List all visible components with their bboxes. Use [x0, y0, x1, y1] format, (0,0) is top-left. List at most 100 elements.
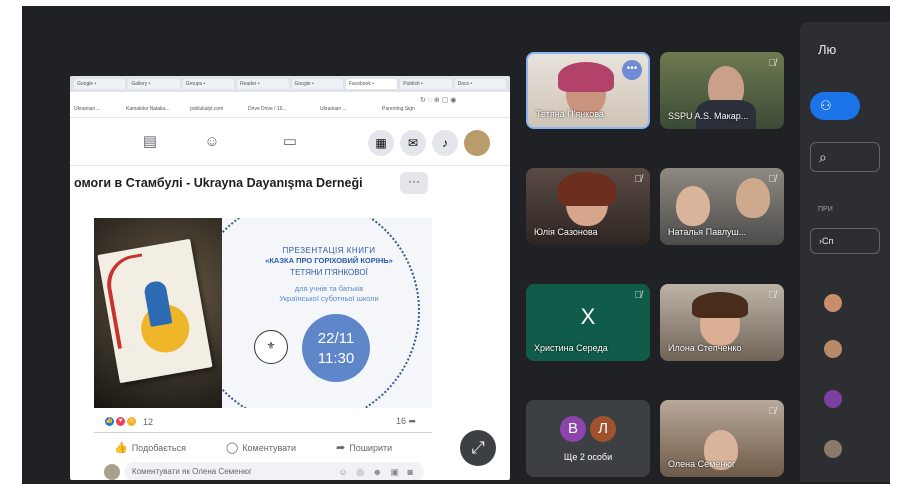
avatar: Л	[590, 416, 616, 442]
avatar	[824, 340, 842, 358]
reload-icon[interactable]: ↻ ◌ ⊕ ▢ ◉	[420, 96, 456, 104]
event-date-badge: 22/11 11:30	[302, 314, 370, 382]
share-arrow-icon: ➦	[408, 416, 417, 426]
avatar	[824, 294, 842, 312]
mic-off-icon: 🎙̸	[768, 58, 777, 69]
people-panel: Лю ⚇ ⌕ ПРИ ›Сп	[800, 22, 890, 482]
participant-tile[interactable]: 🎙̸ Юлія Сазонова	[526, 168, 650, 245]
panel-chip[interactable]: ›Сп	[810, 228, 880, 254]
participant-tile[interactable]: 🎙̸ Илона Степченко	[660, 284, 784, 361]
like-label: Подобається	[131, 443, 186, 453]
browser-tab[interactable]: Google •	[291, 79, 343, 89]
school-emblem-icon: ⚜	[254, 330, 288, 364]
thumbs-up-icon: 👍	[114, 442, 128, 454]
avatar	[824, 440, 842, 458]
browser-tab-strip: Google • Gallery • Groups • Reader • Goo…	[70, 76, 510, 92]
post-actions: 👍 Подобається ◯ Коментувати ➦ Поширити	[94, 432, 432, 460]
mic-off-icon: 🎙̸	[634, 174, 643, 185]
graphic-book-title: «КАЗКА ПРО ГОРІХОВИЙ КОРІНЬ»	[265, 256, 393, 265]
others-tile[interactable]: В Л Ще 2 особи	[526, 400, 650, 477]
expand-icon[interactable]: ⤢	[460, 430, 496, 466]
reaction-summary[interactable]: 👍 ♥ ☺ 12	[104, 416, 153, 427]
event-date: 22/11	[317, 330, 355, 347]
profile-avatar[interactable]	[464, 130, 490, 156]
avatar: В	[560, 416, 586, 442]
participant-initial: Х	[580, 304, 596, 329]
browser-tab[interactable]: Groups •	[182, 79, 235, 89]
graphic-author: ТЕТЯНИ П'ЯНКОВОЇ	[290, 268, 368, 277]
participant-name: Христина Середа	[534, 343, 608, 353]
participant-tile[interactable]: 🎙̸ Наталья Павлуш...	[660, 168, 784, 245]
browser-tab-active[interactable]: Facebook •	[345, 79, 398, 89]
search-icon[interactable]: ⌕	[810, 142, 880, 172]
chip-label: Сп	[822, 236, 834, 246]
menu-grid-icon[interactable]: ▦	[368, 130, 394, 156]
participant-name: Илона Степченко	[668, 343, 742, 353]
participant-name: Юлія Сазонова	[534, 227, 598, 237]
participant-video	[676, 186, 710, 226]
mic-off-icon: 🎙̸	[768, 174, 777, 185]
graphic-heading: ПРЕЗЕНТАЦІЯ КНИГИ	[282, 246, 376, 255]
bookmark[interactable]: Ukrainian ...	[74, 106, 101, 112]
shared-screen: Google • Gallery • Groups • Reader • Goo…	[70, 76, 510, 480]
mic-off-icon: 🎙̸	[634, 290, 643, 301]
more-options-icon[interactable]: •••	[622, 60, 642, 80]
participant-tile[interactable]: ••• Тетяна П'янкова	[526, 52, 650, 129]
hair	[558, 172, 616, 206]
browser-tab[interactable]: Reader •	[237, 79, 289, 89]
comment-placeholder: Коментувати як Олена Семенюг	[132, 467, 252, 476]
add-people-icon[interactable]: ⚇	[810, 92, 860, 120]
bookmark[interactable]: Kamaleko Natalia...	[126, 106, 169, 112]
bookmark[interactable]: Drive Drive / 16...	[248, 106, 287, 112]
participant-tile[interactable]: Х 🎙̸ Христина Середа	[526, 284, 650, 361]
facebook-nav-bar: ▤ ☺ ▭ ▦ ✉ ♪	[70, 118, 510, 166]
mic-off-icon: 🎙̸	[768, 406, 777, 417]
post-title: омоги в Стамбулі - Ukrayna Dayanışma Der…	[74, 176, 363, 190]
book-cover	[97, 238, 213, 384]
share-label: Поширити	[349, 443, 393, 453]
comment-composer: Коментувати як Олена Семенюг ☺ ◎ ☻ ▣ ◙	[94, 462, 432, 480]
others-count-label: Ще 2 особи	[563, 452, 613, 462]
share-button[interactable]: ➦ Поширити	[336, 441, 392, 454]
participant-tile[interactable]: 🎙̸ Олена Семенюг	[660, 400, 784, 477]
love-reaction-icon: ♥	[115, 416, 126, 427]
graphic-audience-school: Української суботньої школи	[279, 294, 379, 303]
comment-button[interactable]: ◯ Коментувати	[226, 441, 296, 454]
browser-tab[interactable]: Gallery •	[128, 79, 180, 89]
marketplace-icon[interactable]: ▤	[140, 132, 160, 152]
share-count[interactable]: 16 ➦	[396, 416, 416, 427]
participant-name: Тетяна П'янкова	[536, 109, 604, 119]
participant-name: SSPU A.S. Макар...	[668, 111, 749, 121]
bookmark[interactable]: Parenting Sign	[382, 106, 415, 112]
mic-off-icon: 🎙̸	[768, 290, 777, 301]
browser-tab[interactable]: Publish •	[400, 79, 452, 89]
participant-video-second	[736, 178, 770, 218]
bookmark[interactable]: poblukalyt.com	[190, 106, 223, 112]
participant-tile[interactable]: 🎙̸ SSPU A.S. Макар...	[660, 52, 784, 129]
browser-tab[interactable]: Google •	[74, 79, 126, 89]
panel-title: Лю	[818, 42, 837, 57]
bookmarks-bar: Ukrainian ... Kamaleko Natalia... pobluk…	[70, 92, 510, 118]
groups-icon[interactable]: ☺	[202, 132, 222, 152]
post-more-button[interactable]: ···	[400, 172, 428, 194]
comment-tools-icon[interactable]: ☺ ◎ ☻ ▣ ◙	[339, 462, 416, 480]
post-image[interactable]: ПРЕЗЕНТАЦІЯ КНИГИ «КАЗКА ПРО ГОРІХОВИЙ К…	[94, 218, 432, 408]
notifications-icon[interactable]: ♪	[432, 130, 458, 156]
messenger-icon[interactable]: ✉	[400, 130, 426, 156]
browser-tab[interactable]: Docs •	[454, 79, 506, 89]
comment-input[interactable]: Коментувати як Олена Семенюг ☺ ◎ ☻ ▣ ◙	[124, 462, 424, 480]
share-icon: ➦	[336, 442, 346, 454]
gaming-icon[interactable]: ▭	[280, 132, 300, 152]
meet-window: Google • Gallery • Groups • Reader • Goo…	[22, 6, 890, 484]
participant-name: Наталья Павлуш...	[668, 227, 747, 237]
hair	[692, 292, 748, 318]
section-label: ПРИ	[818, 206, 833, 213]
comment-label: Коментувати	[242, 443, 297, 453]
bookmark[interactable]: Ukrainian ...	[320, 106, 347, 112]
hair	[558, 62, 614, 92]
participant-name: Олена Семенюг	[668, 459, 736, 469]
graphic-audience: для учнів та батьків	[294, 284, 364, 293]
avatar	[104, 464, 120, 480]
like-button[interactable]: 👍 Подобається	[114, 441, 186, 454]
like-reaction-icon: 👍	[104, 416, 115, 427]
